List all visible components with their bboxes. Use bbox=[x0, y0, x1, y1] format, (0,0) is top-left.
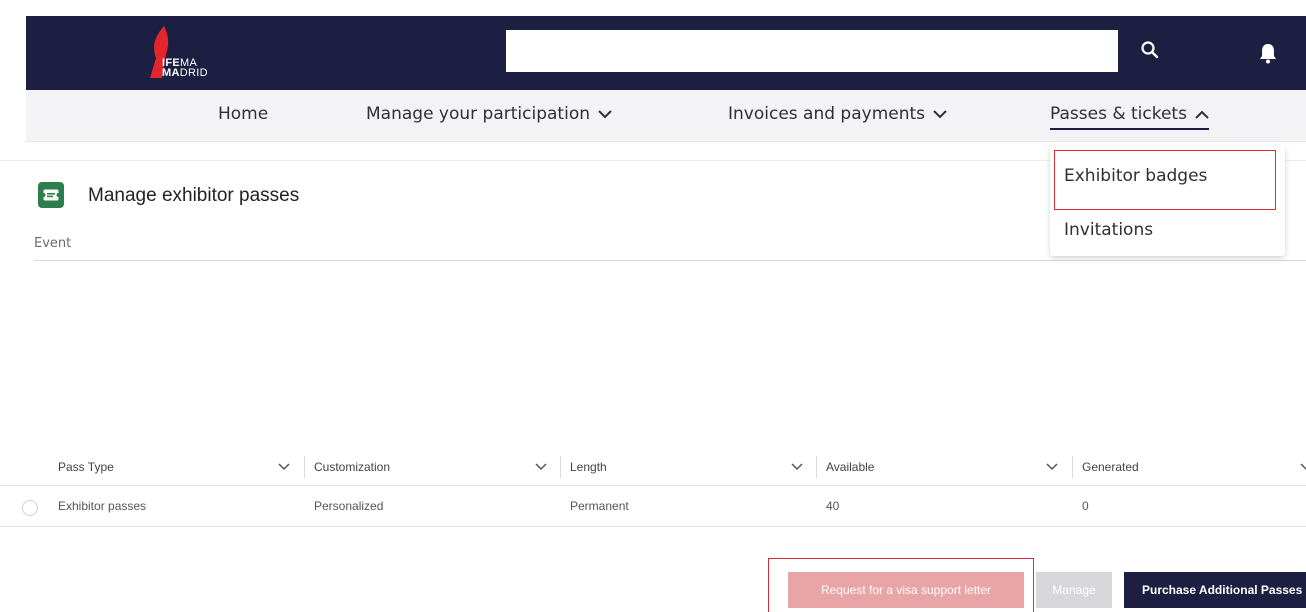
page: IFEMA MADRID Home Manage your participat… bbox=[0, 0, 1306, 612]
cell-generated: 0 bbox=[1082, 499, 1089, 513]
column-divider bbox=[304, 456, 305, 478]
column-divider bbox=[1072, 456, 1073, 478]
passes-tickets-dropdown: Exhibitor badges Invitations bbox=[1050, 146, 1285, 256]
manage-button[interactable]: Manage bbox=[1036, 572, 1112, 608]
nav-item-passes-tickets[interactable]: Passes & tickets bbox=[1050, 104, 1209, 130]
main-nav: Home Manage your participation Invoices … bbox=[26, 90, 1306, 142]
nav-item-invoices-payments[interactable]: Invoices and payments bbox=[728, 104, 947, 124]
cell-length: Permanent bbox=[570, 499, 629, 513]
event-label: Event bbox=[34, 236, 72, 251]
column-header-length[interactable]: Length bbox=[570, 460, 607, 474]
column-divider bbox=[560, 456, 561, 478]
cell-available: 40 bbox=[826, 499, 840, 513]
table-row[interactable]: Exhibitor passes Personalized Permanent … bbox=[0, 487, 1306, 527]
column-header-customization[interactable]: Customization bbox=[314, 460, 390, 474]
event-field-underline[interactable] bbox=[34, 260, 1306, 261]
row-select-radio[interactable] bbox=[22, 500, 38, 516]
bell-icon[interactable] bbox=[1258, 42, 1278, 64]
nav-item-manage-participation[interactable]: Manage your participation bbox=[366, 104, 612, 124]
ifema-madrid-logo[interactable]: IFEMA MADRID bbox=[144, 24, 234, 80]
chevron-down-icon bbox=[598, 109, 612, 118]
page-title: Manage exhibitor passes bbox=[88, 185, 300, 206]
table-header: Pass Type Customization Length Available… bbox=[0, 448, 1306, 486]
chevron-down-icon[interactable] bbox=[791, 463, 803, 471]
cell-customization: Personalized bbox=[314, 499, 384, 513]
request-visa-letter-button[interactable]: Request for a visa support letter bbox=[788, 572, 1024, 608]
column-header-available[interactable]: Available bbox=[826, 460, 874, 474]
search-input[interactable] bbox=[506, 30, 1118, 72]
purchase-additional-passes-button[interactable]: Purchase Additional Passes bbox=[1124, 572, 1306, 608]
nav-item-label: Home bbox=[218, 104, 269, 124]
search-icon[interactable] bbox=[1140, 40, 1160, 60]
logo-text: IFEMA MADRID bbox=[162, 57, 208, 79]
menu-item-invitations[interactable]: Invitations bbox=[1064, 220, 1153, 240]
nav-item-label: Passes & tickets bbox=[1050, 104, 1187, 124]
menu-item-exhibitor-badges[interactable]: Exhibitor badges bbox=[1064, 166, 1207, 186]
nav-item-label: Manage your participation bbox=[366, 104, 590, 124]
column-divider bbox=[816, 456, 817, 478]
cell-pass-type: Exhibitor passes bbox=[58, 499, 147, 513]
nav-item-home[interactable]: Home bbox=[218, 104, 268, 124]
chevron-down-icon[interactable] bbox=[535, 463, 547, 471]
chevron-down-icon bbox=[933, 109, 947, 118]
chevron-down-icon[interactable] bbox=[278, 463, 290, 471]
top-header: IFEMA MADRID bbox=[26, 16, 1306, 90]
nav-item-label: Invoices and payments bbox=[728, 104, 926, 124]
chevron-down-icon[interactable] bbox=[1046, 463, 1058, 471]
chevron-down-icon[interactable] bbox=[1300, 463, 1306, 471]
chevron-up-icon bbox=[1195, 110, 1209, 119]
column-header-pass-type[interactable]: Pass Type bbox=[58, 460, 114, 474]
column-header-generated[interactable]: Generated bbox=[1082, 460, 1139, 474]
ticket-icon bbox=[38, 182, 64, 208]
